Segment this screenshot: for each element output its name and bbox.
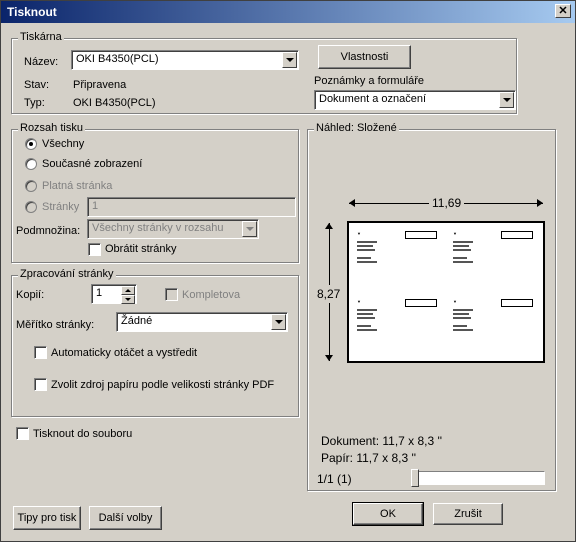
close-icon[interactable]: ✕ [555,4,571,18]
radio-current-page[interactable] [25,180,37,192]
preview-label: ▼ [353,227,443,279]
radio-pages[interactable] [25,201,37,213]
preview-label: ▼ [449,227,539,279]
printer-status-value: Připravena [73,79,127,91]
printer-name-label: Název: [24,56,59,68]
chevron-down-icon[interactable] [271,314,286,330]
print-tips-button[interactable]: Tipy pro tisk [13,506,81,530]
subset-select[interactable]: Všechny stránky v rozsahu [87,219,259,239]
comments-forms-label: Poznámky a formuláře [314,75,425,87]
stepper-arrows[interactable] [121,286,135,304]
printer-status-label: Stav: [24,79,50,91]
dialog-title: Tisknout [7,5,57,19]
radio-pages-label[interactable]: Stránky [42,201,79,213]
comments-forms-value: Dokument a označení [319,93,427,105]
print-range-group-label: Rozsah tisku [18,122,85,134]
cancel-button[interactable]: Zrušit [433,503,503,525]
chevron-down-icon[interactable] [242,221,257,237]
pages-input-value: 1 [92,200,99,212]
chevron-down-icon[interactable] [282,52,297,68]
radio-all-label[interactable]: Všechny [42,138,84,150]
choose-paper-source-label[interactable]: Zvolit zdroj papíru podle velikosti strá… [51,379,274,391]
scaling-select[interactable]: Žádné [116,312,288,332]
print-to-file-checkbox[interactable] [16,427,29,440]
collate-label[interactable]: Kompletova [182,289,240,301]
scaling-label: Měřítko stránky: [16,319,95,331]
auto-rotate-checkbox[interactable] [34,346,47,359]
width-dimension-label: 11,69 [429,196,465,210]
page-preview: ▼ ▼ ▼ ▼ [347,221,545,363]
page-handling-group-label: Zpracování stránky [18,268,116,280]
comments-forms-select[interactable]: Dokument a označení [314,90,516,110]
preview-group-label: Náhled: Složené [314,122,399,134]
arrow-down-icon [325,355,333,361]
reverse-pages-label[interactable]: Obrátit stránky [105,243,177,255]
document-size-text: Dokument: 11,7 x 8,3 '' [321,434,443,448]
ok-button[interactable]: OK [352,502,424,526]
printer-type-label: Typ: [24,97,45,109]
radio-current-view-label[interactable]: Současné zobrazení [42,158,142,170]
copies-label: Kopií: [16,289,45,301]
printer-name-value: OKI B4350(PCL) [76,53,159,65]
printer-type-value: OKI B4350(PCL) [73,97,156,109]
reverse-pages-checkbox[interactable] [88,243,101,256]
chevron-down-icon[interactable] [121,295,135,304]
page-counter: 1/1 (1) [317,472,352,486]
paper-size-text: Papír: 11,7 x 8,3 '' [321,451,417,465]
arrow-right-icon [537,199,543,207]
more-options-button[interactable]: Další volby [89,506,162,530]
chevron-up-icon[interactable] [121,286,135,295]
auto-rotate-label[interactable]: Automaticky otáčet a vystředit [51,347,197,359]
subset-label: Podmnožina: [16,225,81,237]
radio-current-view[interactable] [25,158,37,170]
height-dimension-label: 8,27 [317,285,341,303]
arrow-left-icon [349,199,355,207]
printer-name-select[interactable]: OKI B4350(PCL) [71,50,299,70]
collate-checkbox[interactable] [165,288,178,301]
print-to-file-label[interactable]: Tisknout do souboru [33,428,132,440]
scaling-value: Žádné [121,315,153,327]
page-slider-thumb[interactable] [411,469,419,487]
copies-value: 1 [96,287,103,299]
printer-group-label: Tiskárna [18,31,64,43]
properties-button[interactable]: Vlastnosti [318,45,411,69]
radio-all[interactable] [25,138,37,150]
print-dialog: Tisknout ✕ Tiskárna Název: OKI B4350(PCL… [0,0,576,542]
page-slider[interactable] [411,471,545,485]
preview-label: ▼ [449,295,539,347]
subset-value: Všechny stránky v rozsahu [92,222,224,234]
arrow-up-icon [325,223,333,229]
pages-input[interactable]: 1 [87,197,296,217]
title-bar: Tisknout ✕ [1,1,575,23]
copies-stepper[interactable]: 1 [91,284,137,304]
preview-label: ▼ [353,295,443,347]
choose-paper-source-checkbox[interactable] [34,378,47,391]
chevron-down-icon[interactable] [499,92,514,108]
page-handling-group: Zpracování stránky [11,268,299,417]
radio-current-page-label[interactable]: Platná stránka [42,180,112,192]
